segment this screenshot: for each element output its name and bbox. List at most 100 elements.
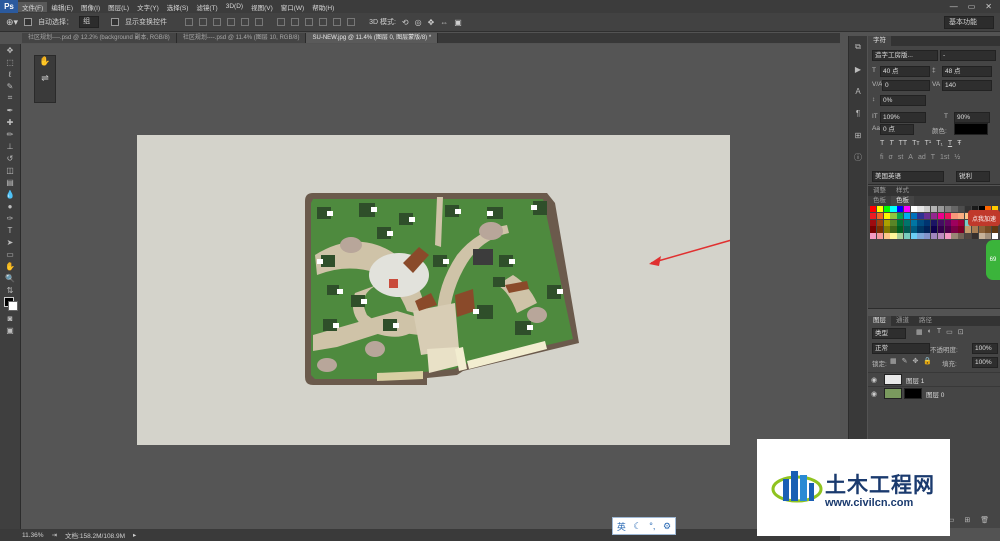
font-style-dropdown[interactable]: -: [940, 50, 996, 61]
color-swatch[interactable]: [890, 212, 897, 219]
tab-color[interactable]: 色板: [868, 196, 891, 206]
color-swatch[interactable]: [870, 226, 877, 233]
color-swatch[interactable]: [958, 233, 965, 240]
color-swatch[interactable]: [883, 206, 890, 213]
color-swatch[interactable]: [944, 212, 951, 219]
menu-help[interactable]: 帮助(H): [308, 2, 338, 12]
color-swatch[interactable]: [944, 226, 951, 233]
lock-pixels-icon[interactable]: ✎: [902, 357, 908, 365]
brush-tool-icon[interactable]: ✏: [0, 128, 20, 140]
zoom-level[interactable]: 11.36%: [22, 532, 44, 539]
align-right-icon[interactable]: [255, 18, 264, 26]
menu-window[interactable]: 窗口(W): [277, 2, 308, 12]
eyedropper-tool-icon[interactable]: ✒: [0, 104, 20, 116]
tracking-field[interactable]: 140: [942, 80, 992, 91]
color-swatch[interactable]: [903, 206, 911, 213]
color-swatch[interactable]: [876, 206, 883, 213]
color-swatch[interactable]: [903, 233, 911, 240]
menu-edit[interactable]: 编辑(E): [47, 2, 77, 12]
background-color[interactable]: [8, 301, 18, 311]
punctuation-icon[interactable]: °,: [649, 521, 655, 531]
color-swatch[interactable]: [870, 206, 877, 213]
align-hcenter-icon[interactable]: [241, 18, 250, 26]
lock-all-icon[interactable]: 🔒: [923, 357, 932, 365]
baseline-field[interactable]: 0 点: [880, 124, 914, 135]
contextual-icon[interactable]: σ: [889, 154, 893, 161]
color-swatch[interactable]: [951, 219, 958, 226]
3d-pan-icon[interactable]: ✥: [428, 18, 435, 27]
color-swatch[interactable]: [883, 212, 890, 219]
menu-select[interactable]: 选择(S): [163, 2, 193, 12]
color-swatch[interactable]: [951, 226, 958, 233]
menu-view[interactable]: 视图(V): [247, 2, 277, 12]
visibility-eye-icon[interactable]: ◉: [868, 376, 880, 384]
color-swatch[interactable]: [958, 219, 965, 226]
color-swatch[interactable]: [883, 233, 890, 240]
layer-row[interactable]: ◉ 图层 0: [868, 386, 1000, 400]
paragraph-panel-icon[interactable]: ¶: [849, 102, 867, 124]
color-swatch[interactable]: [903, 212, 911, 219]
new-layer-icon[interactable]: ⊞: [964, 516, 970, 524]
distribute-bottom-icon[interactable]: [305, 18, 314, 26]
minimize-button[interactable]: —: [950, 2, 958, 11]
pen-tool-icon[interactable]: ✑: [0, 212, 20, 224]
color-swatch[interactable]: [992, 233, 999, 240]
layer-name[interactable]: 图层 1: [906, 375, 924, 385]
align-vcenter-icon[interactable]: [199, 18, 208, 26]
menu-image[interactable]: 图像(I): [77, 2, 104, 12]
kerning-field[interactable]: 0: [882, 80, 930, 91]
info-panel-icon[interactable]: ⓘ: [849, 146, 867, 168]
filter-shape-icon[interactable]: ▭: [946, 328, 953, 336]
color-swatch[interactable]: [978, 226, 985, 233]
color-swatch[interactable]: [985, 226, 992, 233]
menu-type[interactable]: 文字(Y): [133, 2, 163, 12]
3d-scale-icon[interactable]: ▣: [454, 18, 462, 27]
blend-mode-dropdown[interactable]: 正常: [872, 343, 930, 354]
color-swatch[interactable]: [870, 212, 877, 219]
auto-select-checkbox[interactable]: [24, 18, 33, 26]
color-swatch[interactable]: [958, 226, 965, 233]
actions-panel-icon[interactable]: ▶: [849, 58, 867, 80]
lock-transparent-icon[interactable]: ▦: [890, 357, 897, 365]
color-swatch[interactable]: [937, 226, 944, 233]
settings-gear-icon[interactable]: ⚙: [663, 521, 671, 532]
opacity-field[interactable]: 100%: [972, 343, 998, 354]
history-brush-tool-icon[interactable]: ↺: [0, 152, 20, 164]
promo-badge[interactable]: 点我加速: [968, 210, 1000, 226]
discretionary-icon[interactable]: st: [898, 154, 903, 161]
document-canvas[interactable]: [137, 135, 736, 445]
language-dropdown[interactable]: 美国英语: [872, 171, 944, 182]
3d-slide-icon[interactable]: ⇔: [440, 18, 448, 27]
tab-document-1[interactable]: 社区规划----.psd @ 12.2% (background 副本, RGB…: [22, 33, 177, 43]
color-swatches[interactable]: [0, 296, 20, 312]
ime-lang-button[interactable]: 英: [617, 520, 626, 533]
color-swatch[interactable]: [903, 226, 911, 233]
color-swatch[interactable]: [971, 226, 978, 233]
antialias-dropdown[interactable]: 锐利: [956, 171, 990, 182]
distribute-hcenter-icon[interactable]: [333, 18, 342, 26]
color-swatch[interactable]: [971, 233, 978, 240]
workspace-dropdown[interactable]: 基本功能: [944, 16, 994, 29]
color-swatch[interactable]: [937, 219, 944, 226]
color-swatch[interactable]: [890, 219, 897, 226]
color-swatch[interactable]: [897, 219, 904, 226]
tab-swatches[interactable]: 色板: [891, 196, 914, 206]
color-swatch[interactable]: [910, 206, 917, 213]
align-top-icon[interactable]: [185, 18, 194, 26]
small-caps-icon[interactable]: Tт: [912, 140, 919, 147]
color-swatch[interactable]: [937, 206, 944, 213]
tab-document-3[interactable]: SU-NEW.jpg @ 11.4% (图层 0, 图层蒙版/8) *: [306, 33, 439, 43]
faux-bold-icon[interactable]: T: [880, 140, 884, 147]
color-swatch[interactable]: [890, 226, 897, 233]
moon-icon[interactable]: ☾: [634, 521, 642, 532]
color-swatch[interactable]: [958, 206, 965, 213]
properties-panel-icon[interactable]: ⊞: [849, 124, 867, 146]
quick-select-tool-icon[interactable]: ✎: [0, 80, 20, 92]
layer-name[interactable]: 图层 0: [926, 389, 944, 399]
color-swatch[interactable]: [917, 212, 924, 219]
horizontal-scale-field[interactable]: 90%: [954, 112, 990, 123]
filter-pixel-icon[interactable]: ▦: [916, 328, 923, 336]
tab-channels[interactable]: 通道: [891, 316, 914, 326]
menu-layer[interactable]: 图层(L): [104, 2, 133, 12]
color-swatch[interactable]: [944, 219, 951, 226]
